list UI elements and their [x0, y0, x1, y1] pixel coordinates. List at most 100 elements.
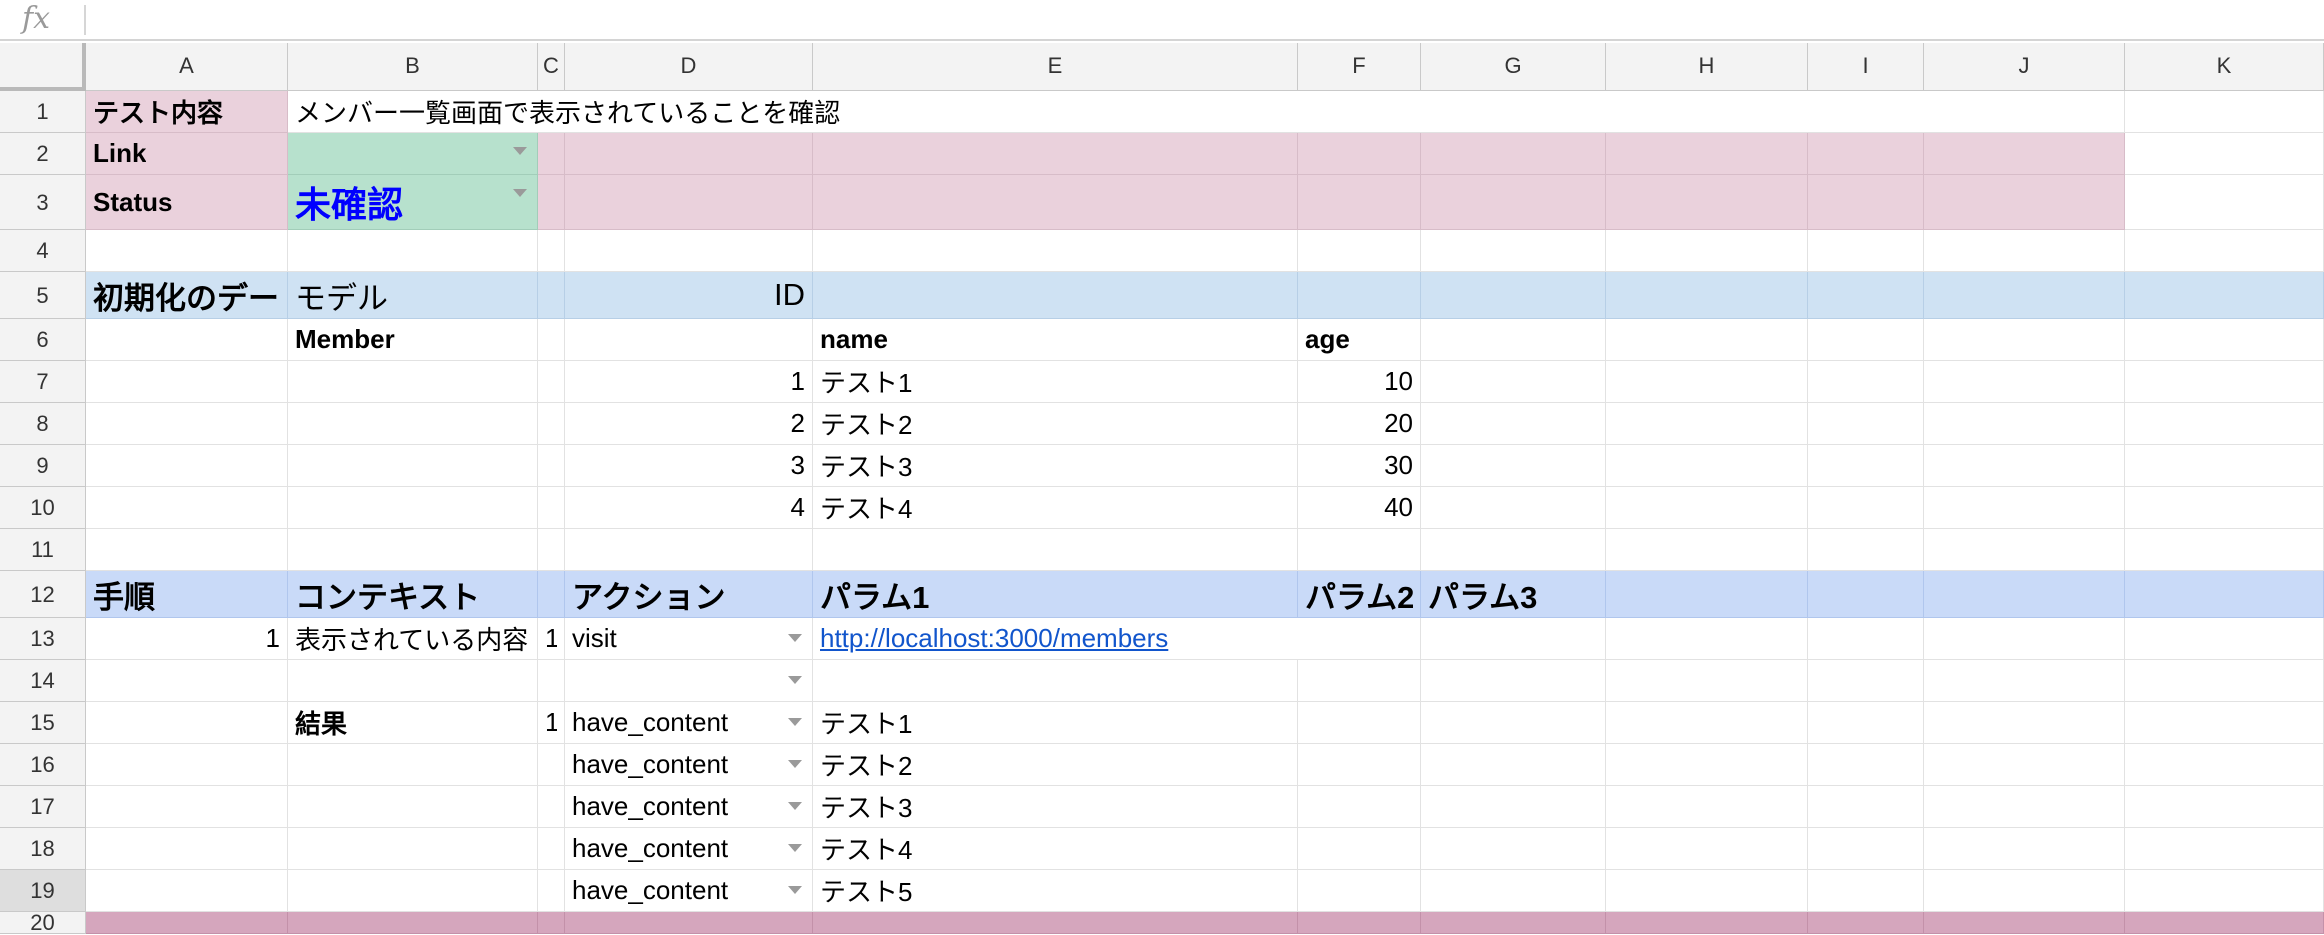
cell-c10[interactable] [538, 487, 565, 529]
cell-d5[interactable]: ID [565, 272, 813, 319]
row-header-5[interactable]: 5 [0, 272, 86, 319]
cell-f9[interactable]: 30 [1298, 445, 1421, 487]
row-header-10[interactable]: 10 [0, 487, 86, 529]
cell-k13[interactable] [2125, 618, 2324, 660]
cell-e15[interactable]: テスト1 [813, 702, 1298, 744]
cell-h4[interactable] [1606, 230, 1808, 272]
dropdown-arrow-icon[interactable] [513, 147, 527, 155]
cell-a4[interactable] [86, 230, 288, 272]
cell-k11[interactable] [2125, 529, 2324, 571]
cell-h9[interactable] [1606, 445, 1808, 487]
cell-c14[interactable] [538, 660, 565, 702]
cell-d20[interactable] [565, 912, 813, 934]
cell-a14[interactable] [86, 660, 288, 702]
cell-g17[interactable] [1421, 786, 1606, 828]
cell-b19[interactable] [288, 870, 538, 912]
cell-e16[interactable]: テスト2 [813, 744, 1298, 786]
cell-e10[interactable]: テスト4 [813, 487, 1298, 529]
cell-b9[interactable] [288, 445, 538, 487]
cell-j5[interactable] [1924, 272, 2125, 319]
cell-h17[interactable] [1606, 786, 1808, 828]
cell-k1[interactable] [2125, 91, 2324, 133]
cell-h16[interactable] [1606, 744, 1808, 786]
cell-j13[interactable] [1924, 618, 2125, 660]
cell-b6[interactable]: Member [288, 319, 538, 361]
column-header-j[interactable]: J [1924, 43, 2125, 91]
cell-j16[interactable] [1924, 744, 2125, 786]
cell-h10[interactable] [1606, 487, 1808, 529]
cell-e20[interactable] [813, 912, 1298, 934]
column-header-i[interactable]: I [1808, 43, 1924, 91]
cell-f2[interactable] [1298, 133, 1421, 175]
cell-d11[interactable] [565, 529, 813, 571]
cell-g11[interactable] [1421, 529, 1606, 571]
cell-k8[interactable] [2125, 403, 2324, 445]
cell-e7[interactable]: テスト1 [813, 361, 1298, 403]
cell-i20[interactable] [1808, 912, 1924, 934]
dropdown-arrow-icon[interactable] [788, 801, 802, 810]
cell-h20[interactable] [1606, 912, 1808, 934]
cell-e3[interactable] [813, 175, 1298, 230]
cell-h7[interactable] [1606, 361, 1808, 403]
cell-d3[interactable] [565, 175, 813, 230]
cell-a8[interactable] [86, 403, 288, 445]
cell-e18[interactable]: テスト4 [813, 828, 1298, 870]
column-header-a[interactable]: A [86, 43, 288, 91]
cell-e4[interactable] [813, 230, 1298, 272]
cell-f11[interactable] [1298, 529, 1421, 571]
cell-b12[interactable]: コンテキスト [288, 571, 538, 618]
cell-a20[interactable] [86, 912, 288, 934]
dropdown-arrow-icon[interactable] [788, 717, 802, 726]
cell-e19[interactable]: テスト5 [813, 870, 1298, 912]
cell-i11[interactable] [1808, 529, 1924, 571]
row-header-13[interactable]: 13 [0, 618, 86, 660]
cell-h6[interactable] [1606, 319, 1808, 361]
cell-d6[interactable] [565, 319, 813, 361]
row-header-16[interactable]: 16 [0, 744, 86, 786]
row-header-14[interactable]: 14 [0, 660, 86, 702]
dropdown-arrow-icon[interactable] [788, 759, 802, 768]
cell-f5[interactable] [1298, 272, 1421, 319]
cell-j17[interactable] [1924, 786, 2125, 828]
cell-d19[interactable]: have_content [565, 870, 813, 912]
cell-k6[interactable] [2125, 319, 2324, 361]
cell-i4[interactable] [1808, 230, 1924, 272]
cell-c20[interactable] [538, 912, 565, 934]
cell-i7[interactable] [1808, 361, 1924, 403]
row-header-20[interactable]: 20 [0, 912, 86, 934]
cell-a18[interactable] [86, 828, 288, 870]
cell-f17[interactable] [1298, 786, 1421, 828]
cell-d10[interactable]: 4 [565, 487, 813, 529]
cell-b8[interactable] [288, 403, 538, 445]
cell-i15[interactable] [1808, 702, 1924, 744]
cell-b11[interactable] [288, 529, 538, 571]
cell-h12[interactable] [1606, 571, 1808, 618]
cell-k15[interactable] [2125, 702, 2324, 744]
cell-g13[interactable] [1421, 618, 1606, 660]
cell-c6[interactable] [538, 319, 565, 361]
cell-i8[interactable] [1808, 403, 1924, 445]
cell-a10[interactable] [86, 487, 288, 529]
cell-j2[interactable] [1924, 133, 2125, 175]
column-header-d[interactable]: D [565, 43, 813, 91]
cell-j14[interactable] [1924, 660, 2125, 702]
cell-h8[interactable] [1606, 403, 1808, 445]
cell-e6[interactable]: name [813, 319, 1298, 361]
row-header-9[interactable]: 9 [0, 445, 86, 487]
dropdown-arrow-icon[interactable] [788, 843, 802, 852]
cell-d2[interactable] [565, 133, 813, 175]
cell-g6[interactable] [1421, 319, 1606, 361]
cell-d16[interactable]: have_content [565, 744, 813, 786]
cell-f7[interactable]: 10 [1298, 361, 1421, 403]
row-header-19[interactable]: 19 [0, 870, 86, 912]
cell-a16[interactable] [86, 744, 288, 786]
cell-i6[interactable] [1808, 319, 1924, 361]
cell-h18[interactable] [1606, 828, 1808, 870]
cell-f18[interactable] [1298, 828, 1421, 870]
column-header-h[interactable]: H [1606, 43, 1808, 91]
dropdown-arrow-icon[interactable] [788, 675, 802, 684]
cell-f20[interactable] [1298, 912, 1421, 934]
cell-f14[interactable] [1298, 660, 1421, 702]
cell-b4[interactable] [288, 230, 538, 272]
cell-a7[interactable] [86, 361, 288, 403]
